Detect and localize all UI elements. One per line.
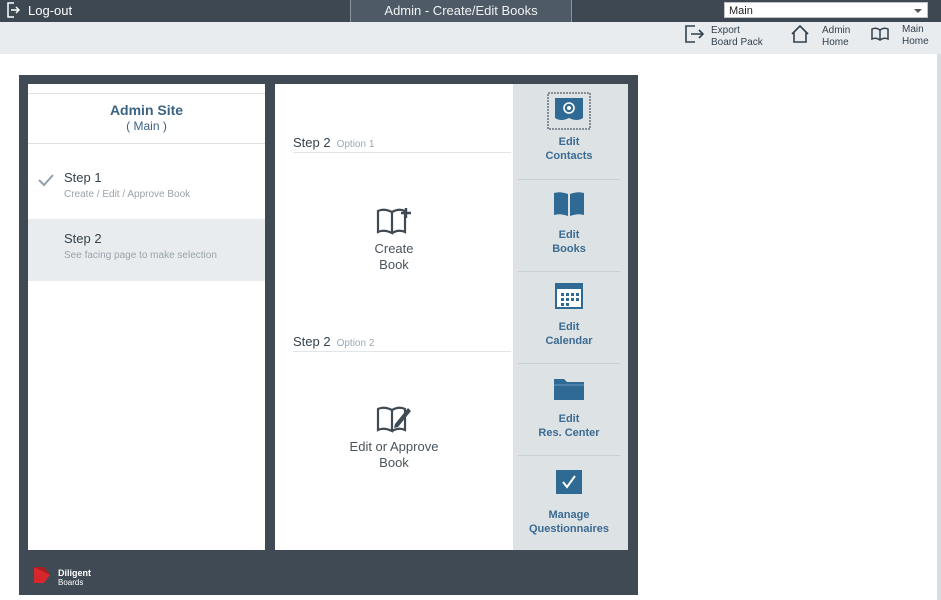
option-1-header: Step 2 Option 1 bbox=[293, 134, 511, 153]
edit-approve-line2: Book bbox=[379, 455, 409, 470]
create-book-line1: Create bbox=[374, 241, 414, 256]
admin-home-label-2: Home bbox=[822, 36, 849, 48]
option-2-header: Step 2 Option 2 bbox=[293, 333, 511, 352]
main-home-label-2: Home bbox=[902, 36, 929, 47]
toolbar: Export Board Pack Admin Home Main Home bbox=[0, 22, 941, 54]
at-contacts-icon bbox=[517, 92, 621, 135]
calendar-icon bbox=[517, 280, 621, 315]
window-title: Admin - Create/Edit Books bbox=[350, 0, 572, 22]
steps-column: Admin Site ( Main ) Step 1 Create / Edit… bbox=[28, 84, 265, 550]
manage-questionnaires-line2: Questionnaires bbox=[528, 523, 610, 535]
main-home-button[interactable]: Main Home bbox=[870, 24, 929, 48]
edit-res-center-line2: Res. Center bbox=[538, 427, 600, 439]
book-plus-icon bbox=[345, 206, 443, 241]
folder-icon bbox=[517, 372, 621, 407]
logout-button[interactable]: Log-out bbox=[6, 2, 72, 18]
admin-home-label-1: Admin bbox=[822, 24, 851, 36]
step-1[interactable]: Step 1 Create / Edit / Approve Book bbox=[28, 158, 265, 220]
divider bbox=[518, 363, 620, 364]
checkbox-icon bbox=[517, 464, 621, 501]
admin-home-button[interactable]: Admin Home bbox=[790, 24, 850, 49]
logout-icon bbox=[6, 2, 20, 18]
site-select-value: Main bbox=[729, 5, 753, 17]
actions-column: Edit Contacts Edit Books Edit Calendar Edit… bbox=[513, 84, 628, 550]
admin-site-title: Admin Site bbox=[109, 102, 184, 118]
main-home-label-1: Main bbox=[902, 24, 924, 35]
edit-res-center-button[interactable]: Edit Res. Center bbox=[517, 372, 621, 463]
edit-books-line1: Edit bbox=[558, 229, 580, 241]
edit-contacts-line2: Contacts bbox=[545, 150, 593, 162]
step-2-desc: See facing page to make selection bbox=[64, 250, 217, 261]
step-1-title: Step 1 bbox=[64, 170, 102, 185]
create-book-line2: Book bbox=[379, 257, 409, 272]
edit-books-line2: Books bbox=[552, 243, 586, 255]
diligent-brand-line1: Diligent bbox=[58, 567, 91, 578]
option-1-step: Step 2 bbox=[293, 135, 331, 150]
logout-label: Log-out bbox=[28, 2, 73, 18]
edit-approve-line1: Edit or Approve bbox=[349, 439, 439, 454]
divider bbox=[518, 179, 620, 180]
book-icon bbox=[870, 26, 890, 47]
divider bbox=[518, 455, 620, 456]
manage-questionnaires-button[interactable]: Manage Questionnaires bbox=[517, 464, 621, 555]
scrollbar[interactable] bbox=[937, 54, 941, 600]
diligent-brand-line2: Boards bbox=[58, 577, 84, 587]
option-1-label: Option 1 bbox=[336, 139, 375, 150]
admin-site-header: Admin Site ( Main ) bbox=[28, 93, 265, 144]
edit-contacts-line1: Edit bbox=[558, 136, 580, 148]
admin-site-subtitle: ( Main ) bbox=[126, 119, 167, 133]
edit-contacts-button[interactable]: Edit Contacts bbox=[517, 92, 621, 183]
divider bbox=[518, 271, 620, 272]
step-1-desc: Create / Edit / Approve Book bbox=[64, 189, 191, 200]
diligent-logo: Diligent Boards bbox=[32, 565, 91, 590]
options-column: Step 2 Option 1 Create Book Step 2 Option 2… bbox=[275, 84, 513, 550]
step-2-title: Step 2 bbox=[64, 231, 102, 246]
edit-res-center-line1: Edit bbox=[558, 413, 580, 425]
site-select[interactable]: Main bbox=[724, 2, 928, 18]
export-board-pack-button[interactable]: Export Board Pack bbox=[683, 24, 763, 49]
export-label-2: Board Pack bbox=[711, 36, 763, 48]
edit-calendar-line1: Edit bbox=[558, 321, 580, 333]
diligent-logo-icon bbox=[32, 565, 52, 590]
option-2-step: Step 2 bbox=[293, 334, 331, 349]
main-panel: Admin Site ( Main ) Step 1 Create / Edit… bbox=[19, 75, 638, 595]
edit-calendar-button[interactable]: Edit Calendar bbox=[517, 280, 621, 371]
checkmark-icon bbox=[38, 173, 54, 192]
edit-approve-book-button[interactable]: Edit or Approve Book bbox=[345, 404, 443, 471]
export-icon bbox=[683, 24, 705, 49]
export-label-1: Export bbox=[711, 24, 740, 36]
edit-calendar-line2: Calendar bbox=[545, 335, 593, 347]
option-2-label: Option 2 bbox=[336, 338, 375, 349]
top-bar: Log-out Admin - Create/Edit Books Main bbox=[0, 0, 941, 22]
chevron-down-icon bbox=[914, 9, 922, 13]
manage-questionnaires-line1: Manage bbox=[548, 509, 590, 521]
house-icon bbox=[790, 24, 810, 49]
open-book-icon bbox=[517, 187, 621, 223]
book-edit-icon bbox=[345, 404, 443, 439]
create-book-button[interactable]: Create Book bbox=[345, 206, 443, 273]
step-2[interactable]: Step 2 See facing page to make selection bbox=[28, 219, 265, 281]
edit-books-button[interactable]: Edit Books bbox=[517, 187, 621, 278]
